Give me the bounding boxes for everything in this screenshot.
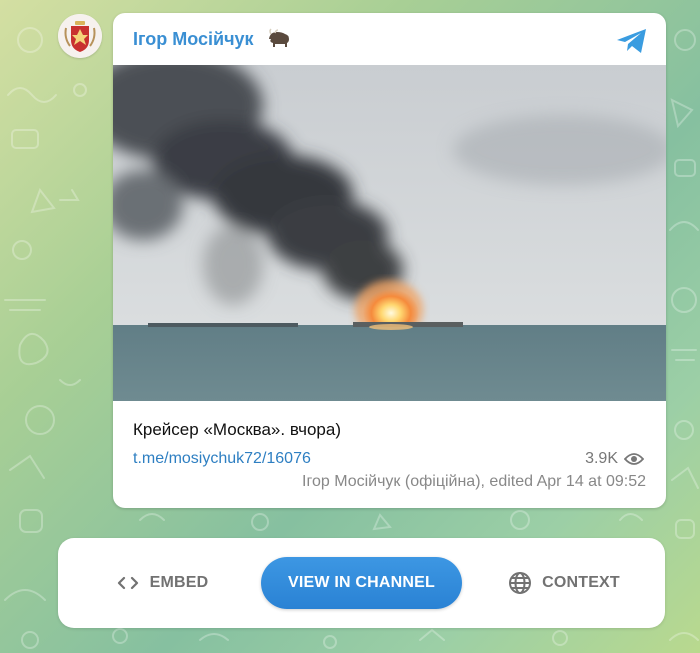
channel-avatar[interactable] [58,14,102,58]
views-count: 3.9K [585,450,618,467]
code-icon [117,576,138,590]
channel-name[interactable]: Ігор Мосійчук [133,29,254,50]
bison-emoji-icon [269,28,289,47]
coat-of-arms-icon [58,14,102,58]
eye-icon [624,453,644,465]
card-header: Ігор Мосійчук [113,13,666,65]
embed-label: EMBED [149,574,209,591]
telegram-logo-icon[interactable] [616,27,648,55]
post-photo[interactable] [113,65,666,401]
post-meta: Ігор Мосійчук (офіційна), edited Apr 14 … [302,473,646,490]
post-link[interactable]: t.me/mosiychuk72/16076 [133,450,311,468]
embed-button[interactable]: EMBED [102,557,222,609]
context-button[interactable]: CONTEXT [504,557,624,609]
message-card: Ігор Мосійчук Крейсер «Москва». вчора) t… [113,13,666,508]
post-caption: Крейсер «Москва». вчора) [133,420,341,439]
context-label: CONTEXT [542,574,620,591]
globe-icon [509,572,532,594]
action-bar: EMBED VIEW IN CHANNEL CONTEXT [58,538,665,628]
views-counter: 3.9K [585,450,644,468]
view-in-channel-button[interactable]: VIEW IN CHANNEL [261,557,462,609]
view-in-channel-label: VIEW IN CHANNEL [288,574,435,591]
